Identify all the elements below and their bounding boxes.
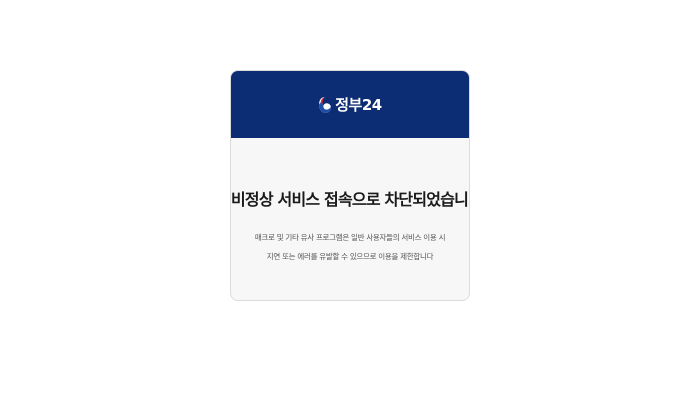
block-notice-card: 정부24 비정상 서비스 접속으로 차단되었습니다. 매크로 및 기타 유사 프… (230, 70, 470, 301)
description-line-1: 매크로 및 기타 유사 프로그램은 일반 사용자들의 서비스 이용 시 (254, 233, 446, 242)
page: 정부24 비정상 서비스 접속으로 차단되었습니다. 매크로 및 기타 유사 프… (0, 0, 700, 400)
logo-text: 정부24 (335, 96, 382, 114)
card-body: 비정상 서비스 접속으로 차단되었습니다. 매크로 및 기타 유사 프로그램은 … (231, 138, 469, 266)
gov24-logo[interactable]: 정부24 (318, 94, 382, 115)
government-emblem-icon (319, 96, 332, 113)
block-title: 비정상 서비스 접속으로 차단되었습니다. (231, 190, 470, 209)
description-line-2: 지연 또는 에러를 유발할 수 있으므로 이용을 제한합니다 (266, 252, 434, 261)
card-header: 정부24 (231, 71, 469, 138)
block-description: 매크로 및 기타 유사 프로그램은 일반 사용자들의 서비스 이용 시 지연 또… (231, 228, 469, 266)
